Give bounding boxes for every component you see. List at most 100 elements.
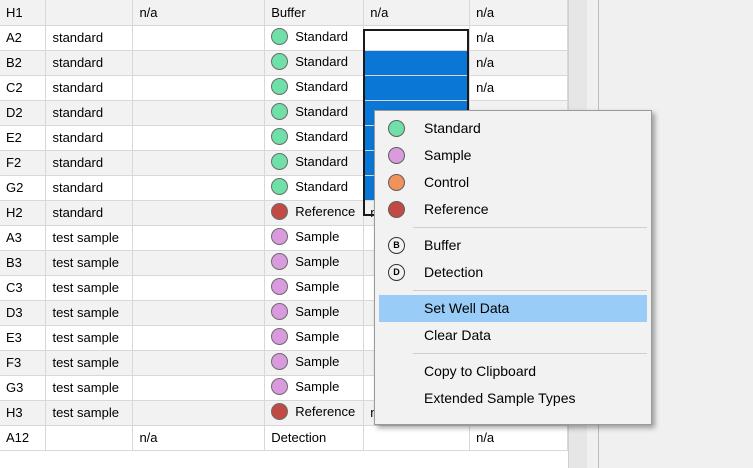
value-cell[interactable]: n/a [132, 425, 266, 451]
description-cell[interactable]: test sample [45, 250, 134, 276]
sample-type-cell[interactable]: Standard [264, 150, 365, 176]
menu-item-buffer[interactable]: B Buffer [379, 232, 647, 259]
menu-item-clear-data[interactable]: Clear Data [379, 322, 647, 349]
well-id-cell[interactable]: D3 [0, 300, 47, 326]
menu-item-set-well-data[interactable]: Set Well Data [379, 295, 647, 322]
sample-type-cell[interactable]: Sample [264, 250, 365, 276]
description-cell[interactable]: standard [45, 75, 134, 101]
description-cell[interactable]: standard [45, 175, 134, 201]
sample-type-cell[interactable]: Sample [264, 350, 365, 376]
value-cell[interactable] [132, 75, 266, 101]
well-id-cell[interactable]: G2 [0, 175, 47, 201]
table-row[interactable]: H1 n/a Buffer n/a n/a [0, 0, 568, 26]
menu-item-control[interactable]: Control [379, 169, 647, 196]
description-cell[interactable]: test sample [45, 275, 134, 301]
description-cell[interactable]: standard [45, 150, 134, 176]
menu-item-standard[interactable]: Standard [379, 115, 647, 142]
menu-item-sample[interactable]: Sample [379, 142, 647, 169]
extra-cell[interactable]: n/a [469, 75, 568, 101]
extra-cell[interactable]: n/a [469, 425, 568, 451]
sample-type-cell[interactable]: Standard [264, 75, 365, 101]
extra-cell[interactable]: n/a [469, 25, 568, 51]
value-cell[interactable] [132, 200, 266, 226]
description-cell[interactable]: standard [45, 200, 134, 226]
value-cell[interactable] [132, 175, 266, 201]
well-id-cell[interactable]: F3 [0, 350, 47, 376]
sample-type-cell[interactable]: Detection [264, 425, 365, 451]
value-cell[interactable] [132, 125, 266, 151]
value-cell[interactable] [132, 25, 266, 51]
sample-type-cell[interactable]: Buffer [264, 0, 365, 26]
description-cell[interactable] [45, 425, 134, 451]
description-cell[interactable]: test sample [45, 300, 134, 326]
value-cell[interactable] [132, 225, 266, 251]
well-id-cell[interactable]: C2 [0, 75, 47, 101]
value-cell[interactable] [132, 325, 266, 351]
description-cell[interactable] [45, 0, 134, 26]
table-row[interactable]: A12 n/a Detection n/a [0, 425, 568, 451]
well-id-cell[interactable]: G3 [0, 375, 47, 401]
sample-type-cell[interactable]: Sample [264, 225, 365, 251]
sample-type-cell[interactable]: Reference [264, 400, 365, 426]
well-id-cell[interactable]: E3 [0, 325, 47, 351]
value-cell[interactable]: n/a [132, 0, 266, 26]
menu-item-copy-to-clipboard[interactable]: Copy to Clipboard [379, 358, 647, 385]
sample-type-cell[interactable]: Reference [264, 200, 365, 226]
well-id-cell[interactable]: H1 [0, 0, 47, 26]
sample-type-cell[interactable]: Sample [264, 375, 365, 401]
description-cell[interactable]: standard [45, 125, 134, 151]
menu-item-detection[interactable]: D Detection [379, 259, 647, 286]
extra-cell[interactable]: n/a [469, 0, 568, 26]
value-cell[interactable] [132, 275, 266, 301]
sample-type-dot-icon [271, 228, 289, 246]
well-id-cell[interactable]: A12 [0, 425, 47, 451]
sample-type-cell[interactable]: Standard [264, 175, 365, 201]
status-cell[interactable] [363, 25, 471, 51]
description-cell[interactable]: standard [45, 25, 134, 51]
value-cell[interactable] [132, 375, 266, 401]
sample-type-cell[interactable]: Sample [264, 300, 365, 326]
sample-type-cell[interactable]: Standard [264, 125, 365, 151]
value-cell[interactable] [132, 300, 266, 326]
status-cell[interactable] [363, 50, 471, 76]
table-row[interactable]: A2 standard Standard n/a [0, 25, 568, 51]
well-id-cell[interactable]: H2 [0, 200, 47, 226]
description-cell[interactable]: standard [45, 50, 134, 76]
value-cell[interactable] [132, 50, 266, 76]
well-id-cell[interactable]: B3 [0, 250, 47, 276]
value-cell[interactable] [132, 250, 266, 276]
value-cell[interactable] [132, 150, 266, 176]
sample-type-cell[interactable]: Sample [264, 275, 365, 301]
value-cell[interactable] [132, 350, 266, 376]
sample-type-dot-icon [271, 103, 289, 121]
description-cell[interactable]: test sample [45, 325, 134, 351]
menu-item-reference[interactable]: Reference [379, 196, 647, 223]
sample-type-cell[interactable]: Sample [264, 325, 365, 351]
description-cell[interactable]: test sample [45, 225, 134, 251]
sample-type-cell[interactable]: Standard [264, 50, 365, 76]
status-cell[interactable] [363, 425, 471, 451]
well-id-cell[interactable]: F2 [0, 150, 47, 176]
well-id-cell[interactable]: D2 [0, 100, 47, 126]
table-row[interactable]: C2 standard Standard n/a [0, 75, 568, 101]
well-id-cell[interactable]: A2 [0, 25, 47, 51]
sample-type-cell[interactable]: Standard [264, 25, 365, 51]
sample-type-cell[interactable]: Standard [264, 100, 365, 126]
menu-item-extended-sample-types[interactable]: Extended Sample Types [379, 385, 647, 412]
description-cell[interactable]: test sample [45, 350, 134, 376]
well-id-cell[interactable]: A3 [0, 225, 47, 251]
well-id-cell[interactable]: C3 [0, 275, 47, 301]
well-id-cell[interactable]: H3 [0, 400, 47, 426]
value-cell[interactable] [132, 100, 266, 126]
table-row[interactable]: B2 standard Standard n/a [0, 50, 568, 76]
menu-item-label: Control [424, 174, 470, 190]
description-cell[interactable]: standard [45, 100, 134, 126]
status-cell[interactable] [363, 75, 471, 101]
value-cell[interactable] [132, 400, 266, 426]
status-cell[interactable]: n/a [363, 0, 471, 26]
description-cell[interactable]: test sample [45, 375, 134, 401]
well-id-cell[interactable]: E2 [0, 125, 47, 151]
description-cell[interactable]: test sample [45, 400, 134, 426]
extra-cell[interactable]: n/a [469, 50, 568, 76]
well-id-cell[interactable]: B2 [0, 50, 47, 76]
